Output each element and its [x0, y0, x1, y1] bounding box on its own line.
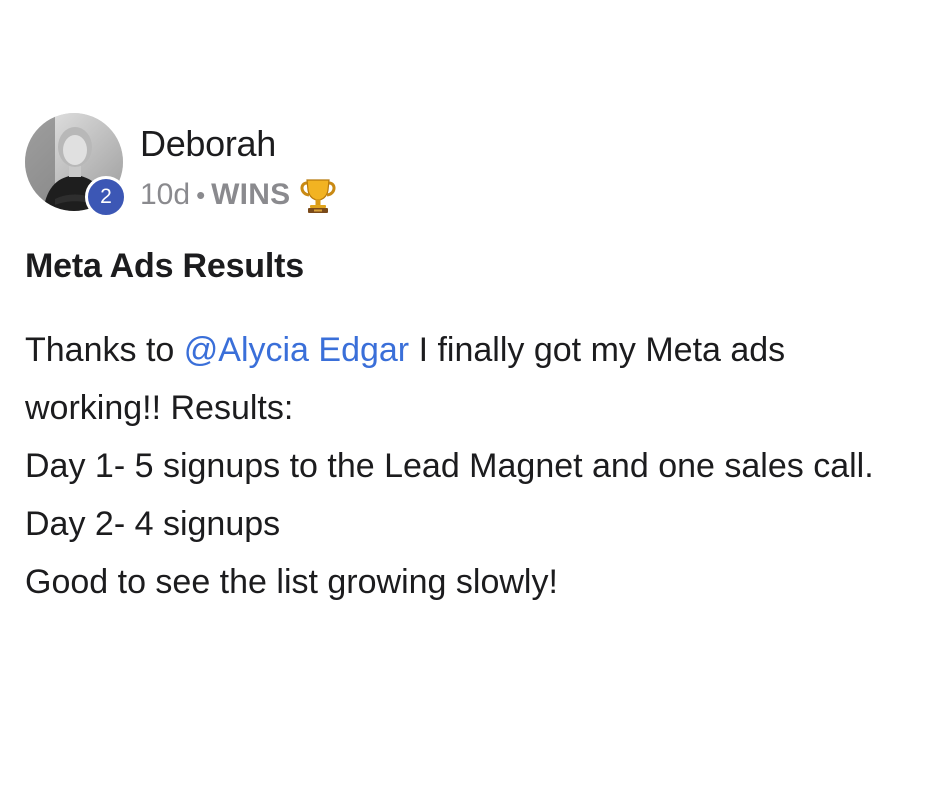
trophy-icon [298, 175, 338, 215]
meta-separator: • [196, 179, 206, 210]
post-header: 2 Deborah 10d • WINS [25, 113, 920, 218]
post-meta: 10d • WINS [140, 175, 338, 215]
author-name[interactable]: Deborah [140, 123, 276, 165]
author-avatar-wrap[interactable]: 2 [25, 113, 127, 218]
post-body: Thanks to @Alycia Edgar I finally got my… [25, 321, 920, 611]
body-line: Day 2- 4 signups [25, 505, 281, 543]
body-line: Day 1- 5 signups to the Lead Magnet and … [25, 447, 874, 485]
body-line: Good to see the list growing slowly! [25, 563, 558, 601]
user-mention-link[interactable]: @Alycia Edgar [184, 331, 409, 369]
level-badge: 2 [85, 176, 127, 218]
post-age: 10d [140, 178, 191, 211]
body-paragraph: Thanks to @Alycia Edgar I finally got my… [25, 321, 920, 437]
body-text-prefix: Thanks to [25, 331, 184, 369]
post-category[interactable]: WINS [211, 178, 290, 212]
post-title: Meta Ads Results [25, 247, 304, 285]
post-card: 2 Deborah 10d • WINS Meta Ads Results Th… [25, 113, 920, 601]
